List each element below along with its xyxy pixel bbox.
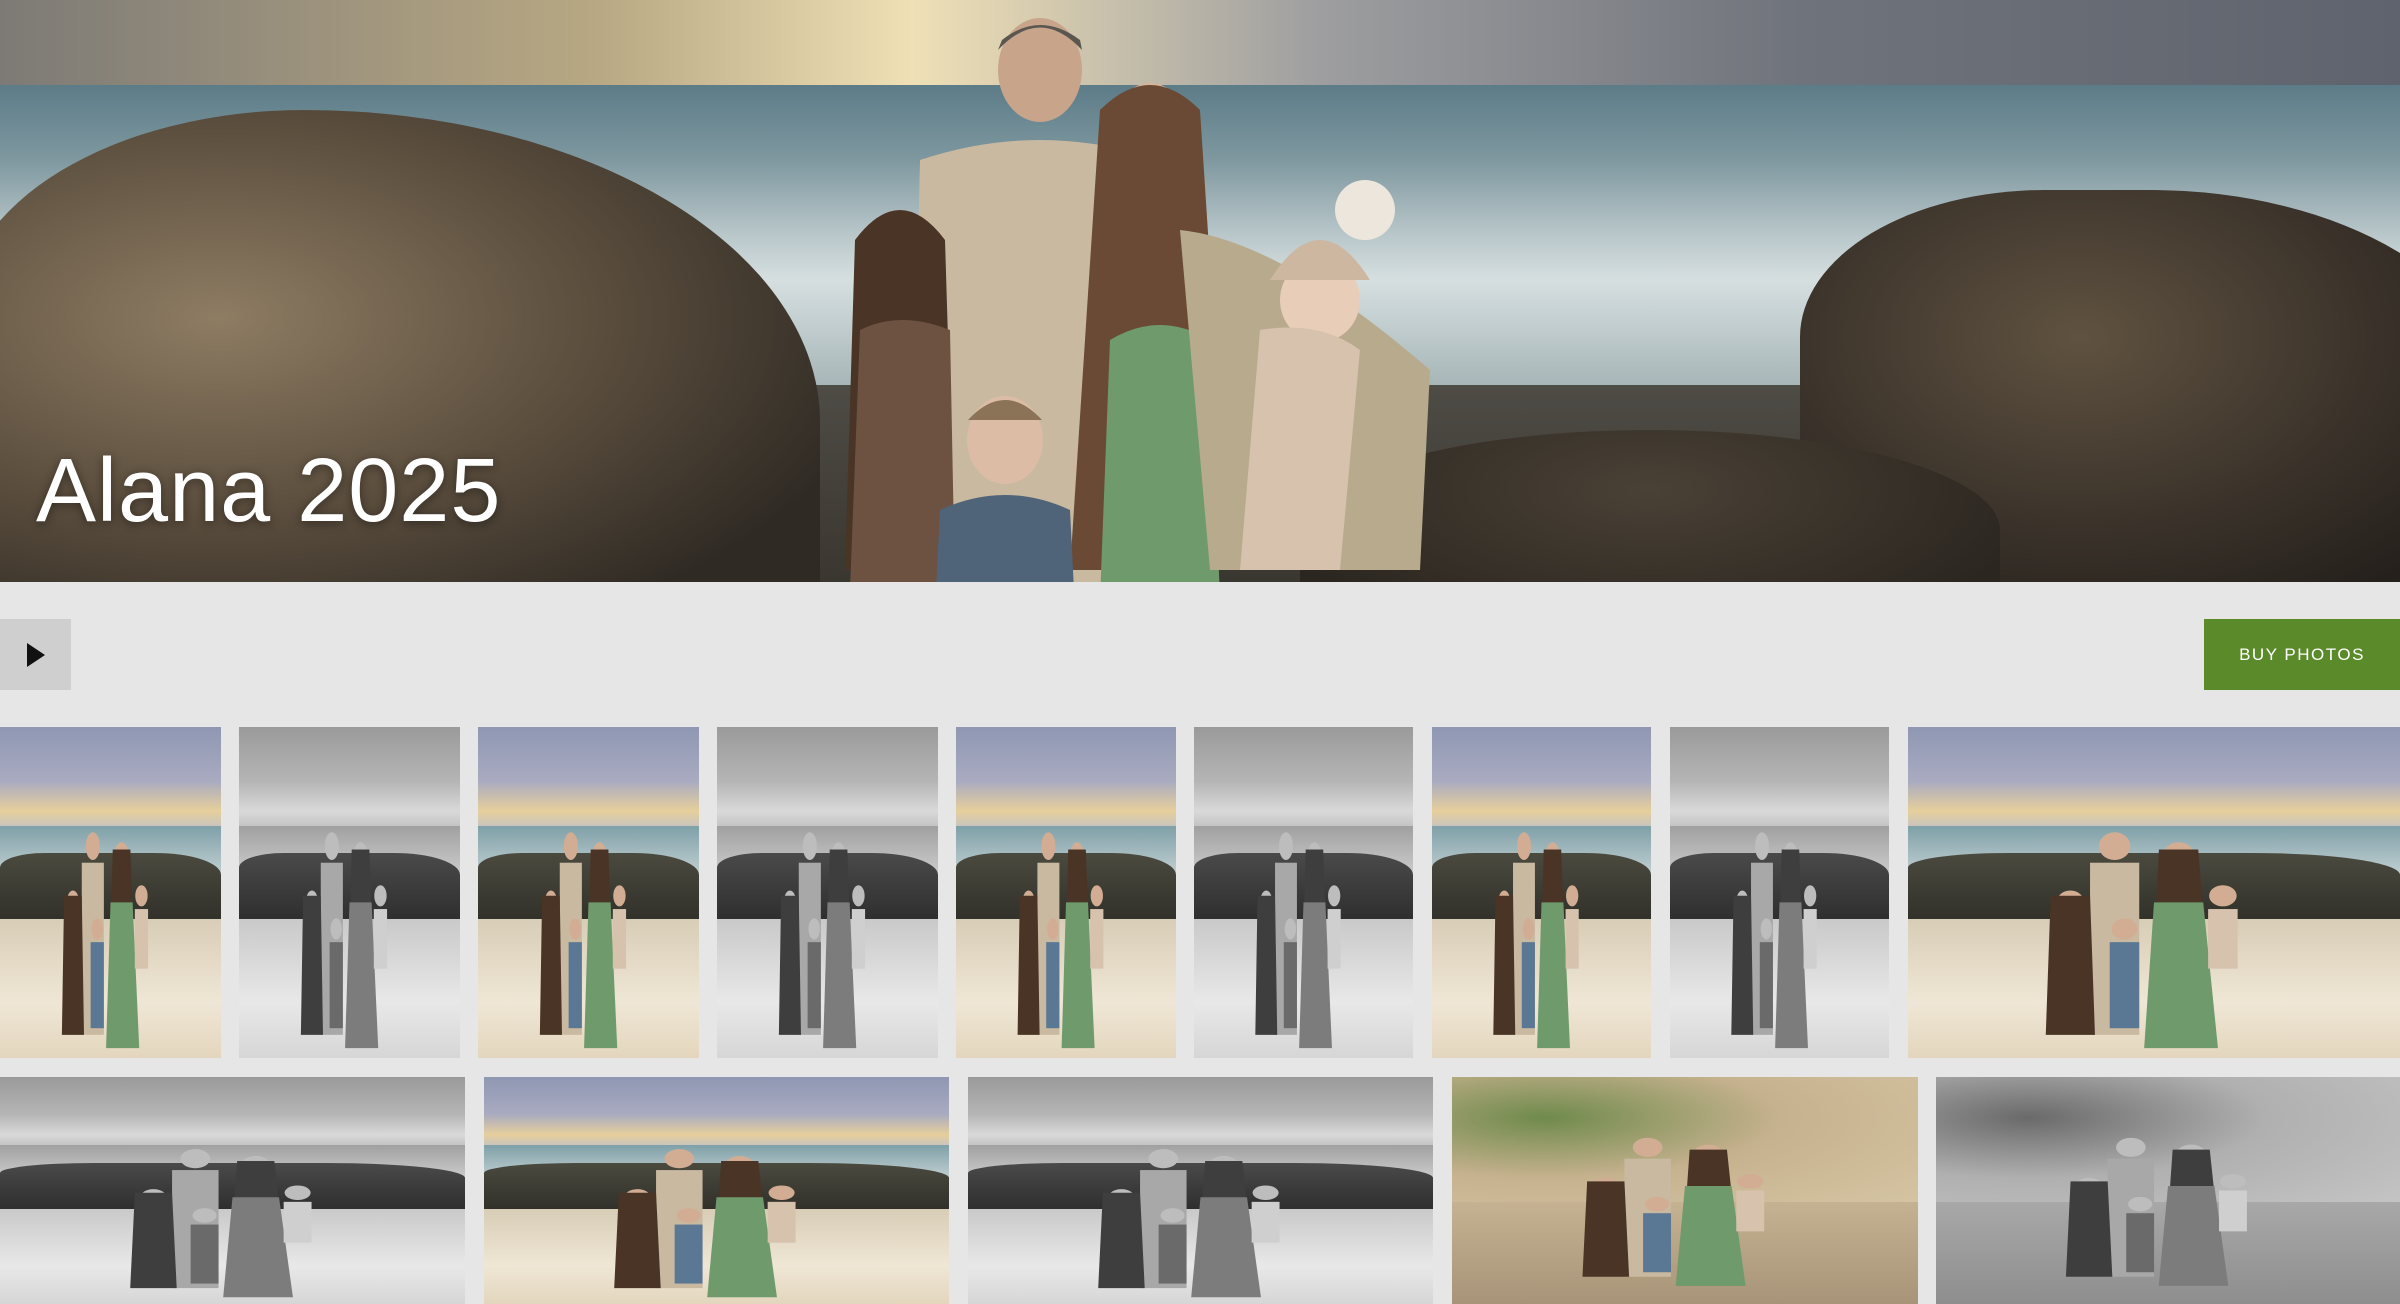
family-figures [1017, 832, 1104, 1049]
family-figures [300, 832, 388, 1049]
slideshow-play-button[interactable] [0, 619, 71, 690]
thumbnail-photo-10[interactable] [0, 1077, 465, 1304]
thumbnail-photo-1[interactable] [0, 727, 221, 1058]
thumbnail-photo-11[interactable] [484, 1077, 949, 1304]
thumbnail-photo-8[interactable] [1670, 727, 1889, 1058]
family-figures [1582, 1137, 1765, 1286]
family-figures [778, 832, 866, 1049]
family-figures [2045, 832, 2238, 1049]
family-figures [2065, 1137, 2247, 1286]
thumbnail-photo-3[interactable] [478, 727, 699, 1058]
family-figures [614, 1149, 796, 1298]
thumbnail-photo-4[interactable] [717, 727, 938, 1058]
hero-family-figures [845, 18, 1430, 582]
thumbnail-photo-5[interactable] [956, 727, 1176, 1058]
play-icon [26, 642, 45, 667]
thumbnail-photo-9[interactable] [1908, 727, 2400, 1058]
family-figures [539, 832, 627, 1049]
family-figures [1098, 1149, 1280, 1298]
family-figures [130, 1149, 312, 1298]
thumbnail-photo-2[interactable] [239, 727, 460, 1058]
family-figures [61, 832, 149, 1049]
thumbnail-photo-6[interactable] [1194, 727, 1413, 1058]
thumbnail-photo-13[interactable] [1452, 1077, 1918, 1304]
hero-cover-photo: Alana 2025 [0, 0, 2400, 582]
thumbnail-photo-7[interactable] [1432, 727, 1651, 1058]
thumbnail-photo-12[interactable] [968, 1077, 1433, 1304]
buy-photos-button[interactable]: BUY PHOTOS [2204, 619, 2400, 690]
family-figures [1731, 832, 1817, 1049]
family-figures [1255, 832, 1341, 1049]
gallery-title: Alana 2025 [36, 441, 502, 541]
thumbnail-photo-14[interactable] [1936, 1077, 2400, 1304]
family-figures [1493, 832, 1579, 1049]
